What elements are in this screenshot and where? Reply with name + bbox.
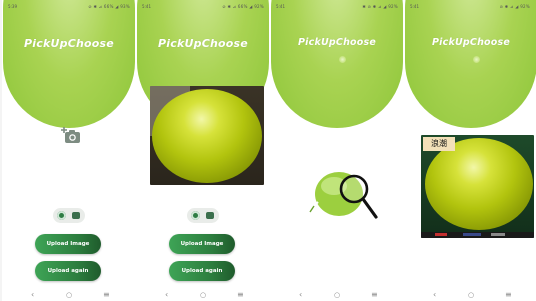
- tangerine-image: [152, 89, 262, 183]
- recents-button[interactable]: ≡: [103, 290, 110, 300]
- upload-image-button[interactable]: Upload Image: [35, 234, 101, 254]
- header-arch: [3, 0, 135, 128]
- recents-button[interactable]: ≡: [371, 290, 378, 300]
- screen-result: 5:41 ⊘ ✱ ⊿ ◢ 92% PickUpChoose 浪潮 ‹ ○ ≡: [404, 0, 536, 301]
- strip-marker: [463, 233, 481, 236]
- loading-dot: [473, 56, 480, 63]
- status-time: 5:41: [142, 4, 151, 9]
- result-label: 浪潮: [423, 137, 455, 151]
- fruit-photo: [150, 86, 264, 185]
- screen-preview: 5:41 ⊘ ✱ ⊿ 66% ◢ 92% PickUpChoose Upload…: [136, 0, 270, 301]
- screen-analyzing: 5:41 ✱ ⊘ ✱ ⊿ ◢ 92% PickUpChoose ‹ ○ ≡: [270, 0, 404, 301]
- upload-again-button[interactable]: Upload again: [35, 261, 101, 281]
- status-bar: 5:41 ⊘ ✱ ⊿ ◢ 92%: [404, 0, 536, 12]
- add-photo-button[interactable]: [60, 126, 82, 146]
- status-bar: 5:41 ✱ ⊘ ✱ ⊿ ◢ 92%: [270, 0, 404, 12]
- upload-image-button[interactable]: Upload Image: [169, 234, 235, 254]
- home-button[interactable]: ○: [200, 290, 206, 300]
- app-title: PickUpChoose: [298, 37, 376, 48]
- status-time: 5:41: [276, 4, 285, 9]
- nav-bar: ‹ ○ ≡: [2, 289, 136, 301]
- gallery-icon[interactable]: [206, 212, 214, 219]
- recents-button[interactable]: ≡: [237, 290, 244, 300]
- source-toggle[interactable]: [187, 208, 219, 223]
- back-button[interactable]: ‹: [299, 290, 302, 300]
- header-arch: [405, 0, 536, 128]
- camera-icon[interactable]: [191, 211, 200, 220]
- camera-icon[interactable]: [57, 211, 66, 220]
- app-title: PickUpChoose: [432, 37, 510, 48]
- screen-home: 5:39 ⊘ ✱ ⊿ 66% ◢ 93% PickUpChoose Upload…: [2, 0, 136, 301]
- status-icons: ⊘ ✱ ⊿ ◢ 92%: [499, 4, 530, 9]
- upload-again-button[interactable]: Upload again: [169, 261, 235, 281]
- tangerine-image: [425, 138, 533, 230]
- app-title: PickUpChoose: [24, 37, 114, 50]
- status-icons: ⊘ ✱ ⊿ 66% ◢ 92%: [222, 4, 264, 9]
- source-toggle[interactable]: [53, 208, 85, 223]
- nav-bar: ‹ ○ ≡: [136, 289, 270, 301]
- status-time: 5:39: [8, 4, 17, 9]
- result-photo: 浪潮: [421, 135, 534, 238]
- camera-add-icon: [61, 127, 80, 143]
- back-button[interactable]: ‹: [165, 290, 168, 300]
- status-bar: 5:41 ⊘ ✱ ⊿ 66% ◢ 92%: [136, 0, 270, 12]
- nav-bar: ‹ ○ ≡: [404, 289, 536, 301]
- result-label-text: 浪潮: [431, 139, 447, 148]
- status-bar: 5:39 ⊘ ✱ ⊿ 66% ◢ 93%: [2, 0, 136, 12]
- status-time: 5:41: [410, 4, 419, 9]
- status-icons: ✱ ⊘ ✱ ⊿ ◢ 92%: [362, 4, 398, 9]
- gallery-icon[interactable]: [72, 212, 80, 219]
- home-button[interactable]: ○: [334, 290, 340, 300]
- strip-marker: [491, 233, 505, 236]
- home-button[interactable]: ○: [66, 290, 72, 300]
- home-button[interactable]: ○: [468, 290, 474, 300]
- loading-dot: [339, 56, 346, 63]
- photo-bottom-strip: [421, 232, 534, 238]
- status-icons: ⊘ ✱ ⊿ 66% ◢ 93%: [88, 4, 130, 9]
- header-arch: [271, 0, 403, 128]
- back-button[interactable]: ‹: [31, 290, 34, 300]
- strip-marker: [435, 233, 447, 236]
- app-title: PickUpChoose: [158, 37, 248, 50]
- back-button[interactable]: ‹: [433, 290, 436, 300]
- analyzing-illustration: [309, 172, 378, 219]
- nav-bar: ‹ ○ ≡: [270, 289, 404, 301]
- recents-button[interactable]: ≡: [505, 290, 512, 300]
